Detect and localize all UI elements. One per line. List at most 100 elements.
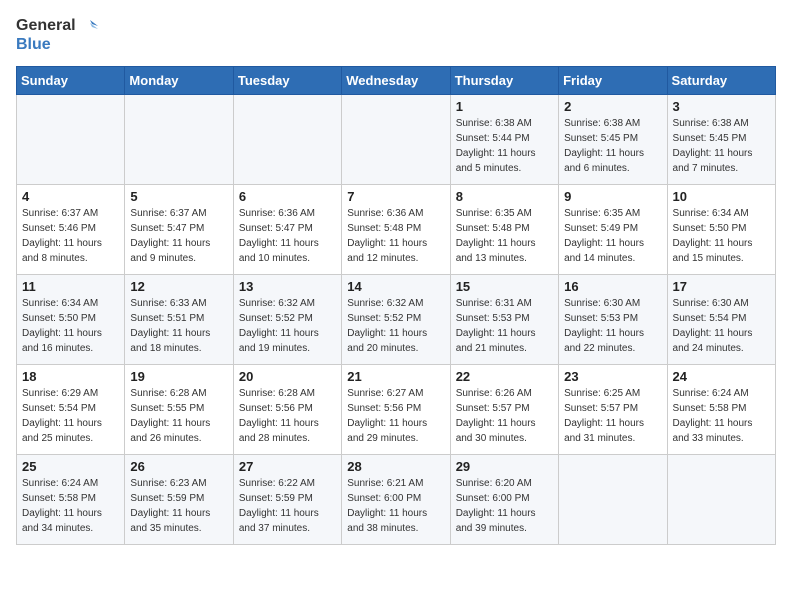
weekday-header: Thursday: [450, 66, 558, 94]
logo-general: General: [16, 17, 76, 35]
calendar-cell: 7 Sunrise: 6:36 AM Sunset: 5:48 PM Daylig…: [342, 184, 450, 274]
day-number: 3: [673, 99, 770, 114]
day-info: Sunrise: 6:33 AM Sunset: 5:51 PM Dayligh…: [130, 296, 227, 356]
calendar-cell: 14 Sunrise: 6:32 AM Sunset: 5:52 PM Dayli…: [342, 274, 450, 364]
day-number: 20: [239, 369, 336, 384]
day-number: 21: [347, 369, 444, 384]
calendar-cell: 5Sunrise: 6:37 AM Sunset: 5:47 PM Daylig…: [125, 184, 233, 274]
day-info: Sunrise: 6:35 AM Sunset: 5:48 PM Dayligh…: [456, 206, 553, 266]
weekday-header: Friday: [559, 66, 667, 94]
logo-container: General Blue: [16, 16, 98, 54]
day-info: Sunrise: 6:37 AM Sunset: 5:47 PM Dayligh…: [130, 206, 227, 266]
day-info: Sunrise: 6:22 AM Sunset: 5:59 PM Dayligh…: [239, 476, 336, 536]
calendar-cell: 24 Sunrise: 6:24 AM Sunset: 5:58 PM Dayli…: [667, 364, 775, 454]
calendar-cell: 3 Sunrise: 6:38 AM Sunset: 5:45 PM Daylig…: [667, 94, 775, 184]
calendar-cell: 9Sunrise: 6:35 AM Sunset: 5:49 PM Daylig…: [559, 184, 667, 274]
calendar-cell: 8 Sunrise: 6:35 AM Sunset: 5:48 PM Daylig…: [450, 184, 558, 274]
weekday-header: Monday: [125, 66, 233, 94]
day-number: 27: [239, 459, 336, 474]
day-number: 15: [456, 279, 553, 294]
weekday-header: Tuesday: [233, 66, 341, 94]
calendar-week-row: 11 Sunrise: 6:34 AM Sunset: 5:50 PM Dayli…: [17, 274, 776, 364]
day-number: 6: [239, 189, 336, 204]
day-number: 13: [239, 279, 336, 294]
day-number: 25: [22, 459, 119, 474]
day-number: 7: [347, 189, 444, 204]
weekday-header: Sunday: [17, 66, 125, 94]
day-number: 14: [347, 279, 444, 294]
weekday-header: Wednesday: [342, 66, 450, 94]
calendar-cell: 17 Sunrise: 6:30 AM Sunset: 5:54 PM Dayli…: [667, 274, 775, 364]
logo-bird-icon: [78, 16, 98, 36]
page-header: General Blue: [16, 16, 776, 54]
calendar-cell: 23 Sunrise: 6:25 AM Sunset: 5:57 PM Dayli…: [559, 364, 667, 454]
day-info: Sunrise: 6:32 AM Sunset: 5:52 PM Dayligh…: [239, 296, 336, 356]
calendar-cell: [17, 94, 125, 184]
day-info: Sunrise: 6:28 AM Sunset: 5:55 PM Dayligh…: [130, 386, 227, 446]
calendar-cell: [667, 454, 775, 544]
day-info: Sunrise: 6:37 AM Sunset: 5:46 PM Dayligh…: [22, 206, 119, 266]
day-info: Sunrise: 6:24 AM Sunset: 5:58 PM Dayligh…: [673, 386, 770, 446]
day-number: 28: [347, 459, 444, 474]
day-info: Sunrise: 6:23 AM Sunset: 5:59 PM Dayligh…: [130, 476, 227, 536]
day-info: Sunrise: 6:38 AM Sunset: 5:45 PM Dayligh…: [673, 116, 770, 176]
calendar-week-row: 18Sunrise: 6:29 AM Sunset: 5:54 PM Dayli…: [17, 364, 776, 454]
calendar-week-row: 25Sunrise: 6:24 AM Sunset: 5:58 PM Dayli…: [17, 454, 776, 544]
calendar-cell: 4 Sunrise: 6:37 AM Sunset: 5:46 PM Daylig…: [17, 184, 125, 274]
calendar-table: SundayMondayTuesdayWednesdayThursdayFrid…: [16, 66, 776, 545]
calendar-week-row: 1 Sunrise: 6:38 AM Sunset: 5:44 PM Daylig…: [17, 94, 776, 184]
calendar-cell: 27 Sunrise: 6:22 AM Sunset: 5:59 PM Dayli…: [233, 454, 341, 544]
day-info: Sunrise: 6:20 AM Sunset: 6:00 PM Dayligh…: [456, 476, 553, 536]
day-number: 23: [564, 369, 661, 384]
calendar-cell: 1 Sunrise: 6:38 AM Sunset: 5:44 PM Daylig…: [450, 94, 558, 184]
calendar-cell: [125, 94, 233, 184]
calendar-cell: 28 Sunrise: 6:21 AM Sunset: 6:00 PM Dayli…: [342, 454, 450, 544]
day-info: Sunrise: 6:30 AM Sunset: 5:54 PM Dayligh…: [673, 296, 770, 356]
logo-blue: Blue: [16, 36, 98, 54]
calendar-cell: 12 Sunrise: 6:33 AM Sunset: 5:51 PM Dayli…: [125, 274, 233, 364]
calendar-cell: [342, 94, 450, 184]
calendar-cell: 13 Sunrise: 6:32 AM Sunset: 5:52 PM Dayli…: [233, 274, 341, 364]
day-info: Sunrise: 6:35 AM Sunset: 5:49 PM Dayligh…: [564, 206, 661, 266]
day-number: 26: [130, 459, 227, 474]
day-info: Sunrise: 6:29 AM Sunset: 5:54 PM Dayligh…: [22, 386, 119, 446]
day-info: Sunrise: 6:38 AM Sunset: 5:45 PM Dayligh…: [564, 116, 661, 176]
day-info: Sunrise: 6:26 AM Sunset: 5:57 PM Dayligh…: [456, 386, 553, 446]
day-number: 10: [673, 189, 770, 204]
day-number: 11: [22, 279, 119, 294]
day-number: 29: [456, 459, 553, 474]
calendar-week-row: 4 Sunrise: 6:37 AM Sunset: 5:46 PM Daylig…: [17, 184, 776, 274]
day-info: Sunrise: 6:28 AM Sunset: 5:56 PM Dayligh…: [239, 386, 336, 446]
day-number: 19: [130, 369, 227, 384]
calendar-cell: 10 Sunrise: 6:34 AM Sunset: 5:50 PM Dayli…: [667, 184, 775, 274]
day-info: Sunrise: 6:38 AM Sunset: 5:44 PM Dayligh…: [456, 116, 553, 176]
calendar-cell: 11 Sunrise: 6:34 AM Sunset: 5:50 PM Dayli…: [17, 274, 125, 364]
day-number: 8: [456, 189, 553, 204]
day-info: Sunrise: 6:25 AM Sunset: 5:57 PM Dayligh…: [564, 386, 661, 446]
day-number: 1: [456, 99, 553, 114]
calendar-cell: [559, 454, 667, 544]
day-info: Sunrise: 6:21 AM Sunset: 6:00 PM Dayligh…: [347, 476, 444, 536]
day-number: 17: [673, 279, 770, 294]
logo: General Blue: [16, 16, 98, 54]
calendar-cell: 29 Sunrise: 6:20 AM Sunset: 6:00 PM Dayli…: [450, 454, 558, 544]
day-number: 24: [673, 369, 770, 384]
calendar-cell: 26 Sunrise: 6:23 AM Sunset: 5:59 PM Dayli…: [125, 454, 233, 544]
day-number: 4: [22, 189, 119, 204]
weekday-header: Saturday: [667, 66, 775, 94]
weekday-header-row: SundayMondayTuesdayWednesdayThursdayFrid…: [17, 66, 776, 94]
day-number: 16: [564, 279, 661, 294]
day-info: Sunrise: 6:31 AM Sunset: 5:53 PM Dayligh…: [456, 296, 553, 356]
day-info: Sunrise: 6:34 AM Sunset: 5:50 PM Dayligh…: [22, 296, 119, 356]
calendar-cell: 6 Sunrise: 6:36 AM Sunset: 5:47 PM Daylig…: [233, 184, 341, 274]
calendar-cell: [233, 94, 341, 184]
calendar-cell: 16Sunrise: 6:30 AM Sunset: 5:53 PM Dayli…: [559, 274, 667, 364]
day-info: Sunrise: 6:36 AM Sunset: 5:48 PM Dayligh…: [347, 206, 444, 266]
calendar-cell: 19 Sunrise: 6:28 AM Sunset: 5:55 PM Dayli…: [125, 364, 233, 454]
day-info: Sunrise: 6:36 AM Sunset: 5:47 PM Dayligh…: [239, 206, 336, 266]
day-info: Sunrise: 6:32 AM Sunset: 5:52 PM Dayligh…: [347, 296, 444, 356]
day-number: 12: [130, 279, 227, 294]
day-info: Sunrise: 6:34 AM Sunset: 5:50 PM Dayligh…: [673, 206, 770, 266]
calendar-cell: 15 Sunrise: 6:31 AM Sunset: 5:53 PM Dayli…: [450, 274, 558, 364]
calendar-cell: 21Sunrise: 6:27 AM Sunset: 5:56 PM Dayli…: [342, 364, 450, 454]
